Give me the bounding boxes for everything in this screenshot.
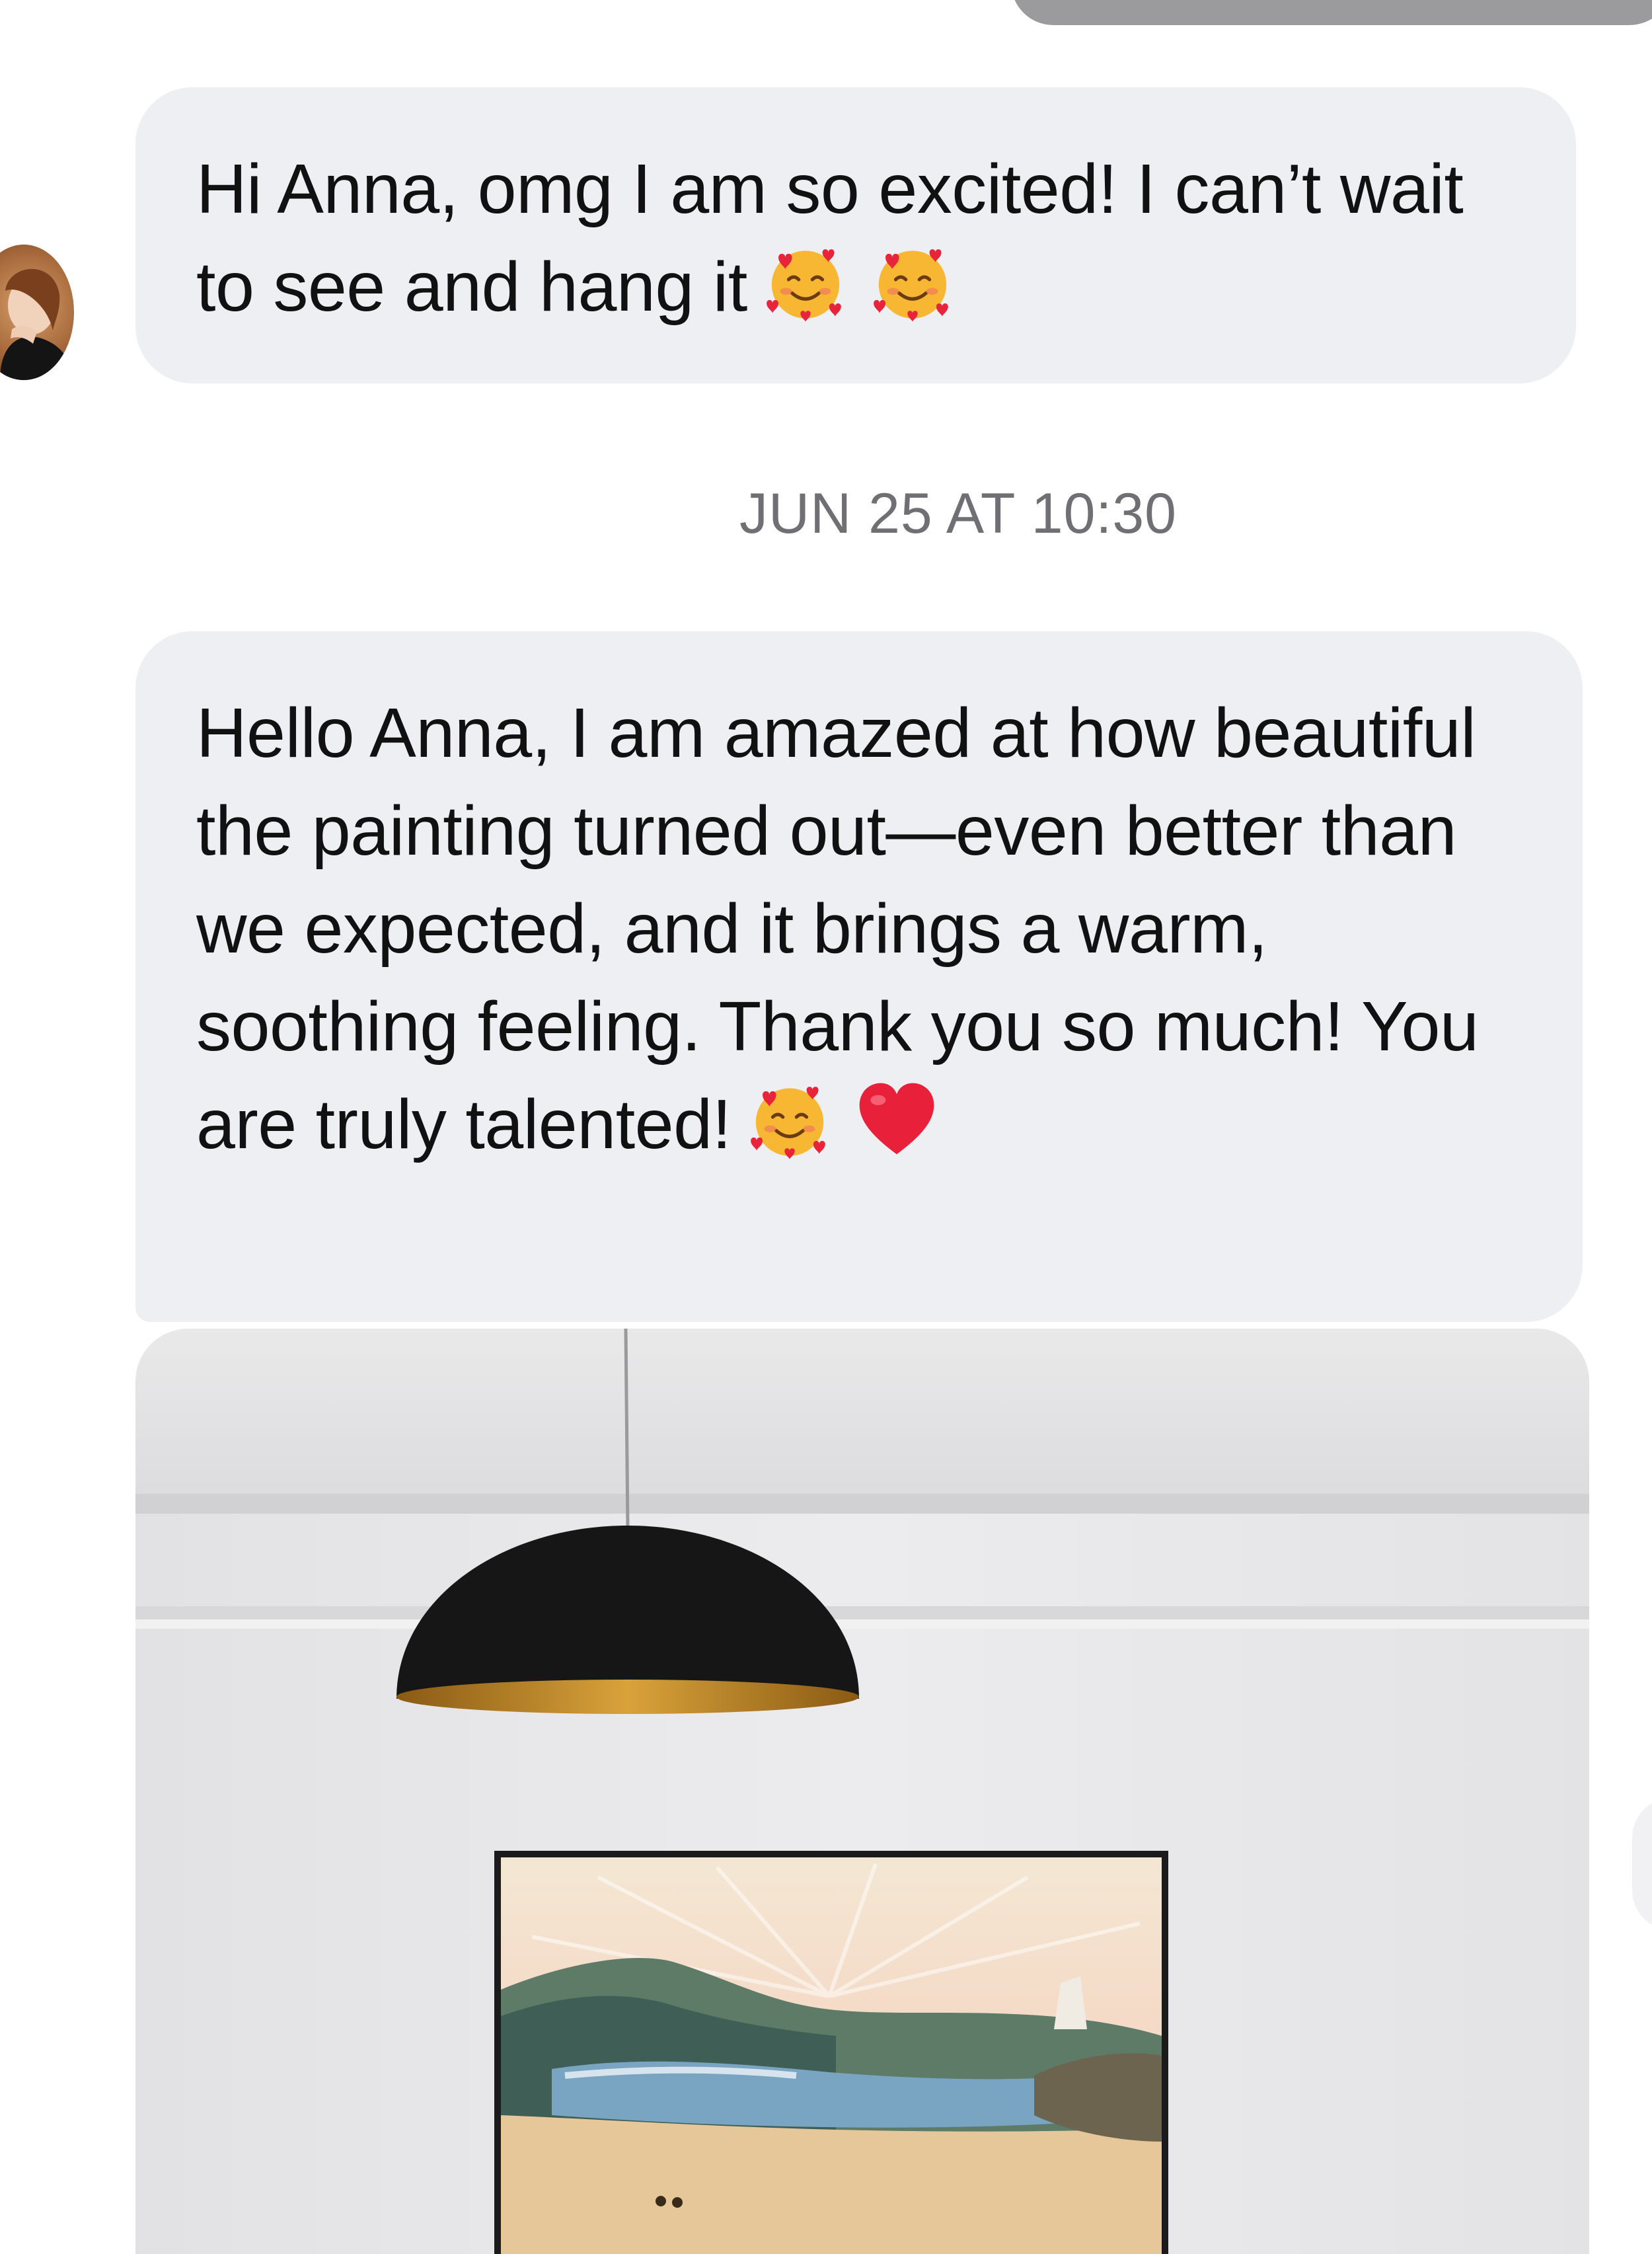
painting-photo-image (135, 1329, 1589, 2254)
message-text: Hi Anna, omg I am so excited! I can’t wa… (196, 150, 1464, 326)
message-text: Hello Anna, I am amazed at how beautiful… (196, 694, 1479, 1163)
scroll-edge-element (1632, 1798, 1652, 1930)
previous-message-bubble[interactable] (1011, 0, 1652, 25)
attached-photo[interactable] (135, 1329, 1589, 2254)
message-bubble[interactable]: Hi Anna, omg I am so excited! I can’t wa… (135, 87, 1576, 383)
smiling-face-with-hearts-icon (873, 249, 948, 322)
smiling-face-with-hearts-icon (766, 249, 841, 322)
message-timestamp: JUN 25 AT 10:30 (739, 482, 1177, 545)
smiling-face-with-hearts-icon (750, 1087, 825, 1159)
red-heart-icon (859, 1083, 934, 1155)
avatar[interactable] (0, 245, 74, 380)
message-bubble[interactable]: Hello Anna, I am amazed at how beautiful… (135, 631, 1583, 1322)
